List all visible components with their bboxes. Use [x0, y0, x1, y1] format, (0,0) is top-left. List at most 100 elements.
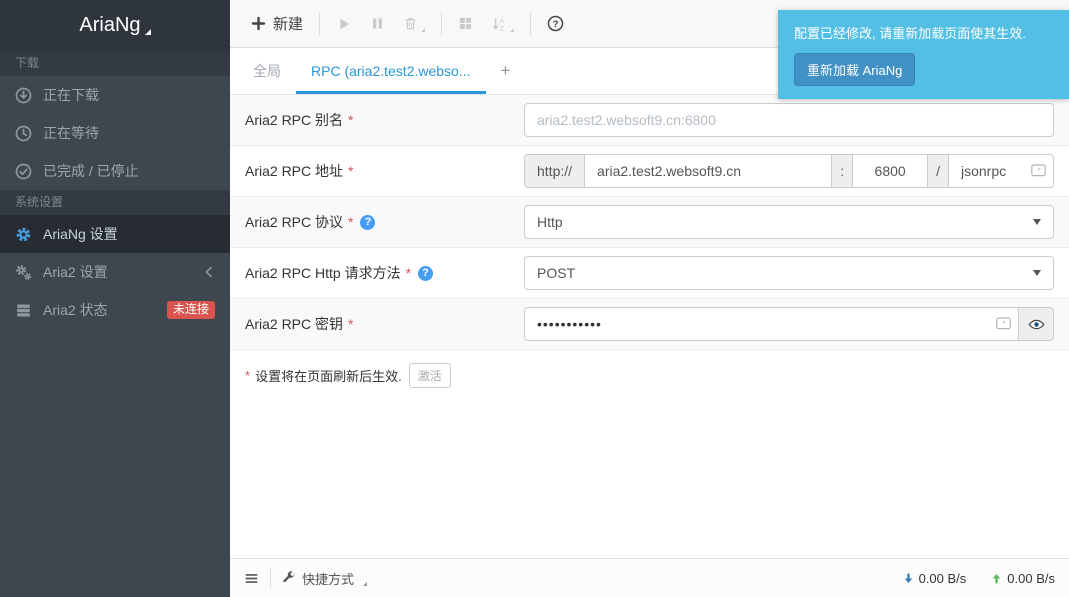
sidebar-item-finished[interactable]: 已完成 / 已停止: [0, 152, 230, 190]
caret-down-icon: [510, 28, 514, 32]
gear-icon: [15, 226, 32, 243]
method-label-text: Aria2 RPC Http 请求方法: [245, 263, 401, 283]
grid-icon: [458, 16, 473, 31]
note-text: 设置将在页面刷新后生效.: [255, 366, 402, 385]
caret-down-icon: [145, 29, 151, 35]
secret-label-text: Aria2 RPC 密钥: [245, 314, 343, 334]
toolbar-divider: [530, 12, 531, 36]
form-row-protocol: Aria2 RPC 协议 * ? Http: [230, 197, 1069, 248]
status-badge: 未连接: [167, 301, 215, 319]
form-row-address: Aria2 RPC 地址 * http:// : / *: [230, 146, 1069, 197]
chevron-left-icon: [203, 266, 215, 278]
toolbar-divider: [319, 12, 320, 36]
reload-notification-toast: 配置已经修改, 请重新加载页面使其生效. 重新加载 AriaNg: [778, 10, 1069, 99]
required-mark: *: [348, 316, 353, 332]
play-icon: [336, 16, 352, 32]
form-row-secret: Aria2 RPC 密钥 * *: [230, 299, 1069, 350]
add-tab-label: +: [501, 61, 511, 81]
address-label: Aria2 RPC 地址 *: [245, 161, 353, 181]
show-secret-button[interactable]: [1018, 307, 1054, 341]
tab-rpc[interactable]: RPC (aria2.test2.webso...: [296, 48, 486, 94]
upload-arrow-icon: [990, 572, 1003, 585]
download-speed: 0.00 B/s: [902, 571, 967, 586]
activate-button[interactable]: 激活: [409, 363, 451, 388]
wrench-icon: [282, 571, 296, 585]
download-arrow-icon: [902, 572, 915, 585]
help-icon[interactable]: ?: [418, 266, 433, 281]
address-label-text: Aria2 RPC 地址: [245, 161, 343, 181]
tab-global-label: 全局: [253, 61, 281, 81]
reload-ariang-button[interactable]: 重新加载 AriaNg: [794, 53, 915, 86]
plus-icon: [251, 16, 266, 31]
secret-control: *: [524, 307, 1054, 341]
shortcuts-button[interactable]: 快捷方式: [282, 569, 367, 588]
start-task-button[interactable]: [327, 16, 361, 32]
gears-icon: [15, 264, 32, 281]
pause-task-button[interactable]: [361, 16, 394, 31]
method-control: POST: [524, 256, 1054, 290]
trash-icon: [403, 16, 418, 31]
delete-task-button[interactable]: [394, 16, 434, 32]
alias-input[interactable]: [524, 103, 1054, 137]
rpc-port-input[interactable]: [852, 154, 928, 188]
sidebar-item-ariang-settings[interactable]: AriaNg 设置: [0, 215, 230, 253]
address-control: http:// : / *: [524, 154, 1054, 188]
alias-control: [524, 103, 1054, 137]
required-mark: *: [245, 368, 250, 383]
sidebar-item-downloading[interactable]: 正在下载: [0, 76, 230, 114]
new-task-button[interactable]: 新建: [242, 13, 312, 34]
rpc-secret-input[interactable]: [524, 307, 1019, 341]
sidebar-item-label: Aria2 设置: [43, 262, 108, 282]
sidebar-item-label: 正在等待: [43, 123, 99, 143]
required-mark: *: [348, 214, 353, 230]
sidebar-item-label: AriaNg 设置: [43, 224, 118, 244]
secret-input-wrapper: *: [524, 307, 1019, 341]
sort-alpha-icon: AZ: [491, 16, 507, 32]
view-mode-button[interactable]: [449, 16, 482, 31]
protocol-label-text: Aria2 RPC 协议: [245, 212, 343, 232]
sidebar-item-aria2-status[interactable]: Aria2 状态 未连接: [0, 291, 230, 329]
sidebar-section-download: 下载: [0, 51, 230, 76]
shortcuts-label: 快捷方式: [302, 569, 354, 588]
speed-indicators: 0.00 B/s 0.00 B/s: [902, 571, 1055, 586]
sidebar-item-label: Aria2 状态: [43, 300, 108, 320]
sidebar-item-waiting[interactable]: 正在等待: [0, 114, 230, 152]
rpc-host-input[interactable]: [584, 154, 832, 188]
menu-icon: [244, 571, 259, 586]
rpc-path-input[interactable]: [948, 154, 1054, 188]
arrow-circle-down-icon: [15, 87, 32, 104]
ariang-app: AriaNg 下载 正在下载 正在等待 已完成 / 已停止 系统设置 AriaN…: [0, 0, 1069, 597]
method-select[interactable]: POST: [524, 256, 1054, 290]
check-circle-icon: [15, 163, 32, 180]
sort-button[interactable]: AZ: [482, 16, 523, 32]
caret-down-icon: [1033, 270, 1041, 276]
help-icon[interactable]: ?: [360, 215, 375, 230]
sidebar: AriaNg 下载 正在下载 正在等待 已完成 / 已停止 系统设置 AriaN…: [0, 0, 230, 597]
collapse-sidebar-button[interactable]: [244, 571, 259, 586]
sidebar-item-label: 正在下载: [43, 85, 99, 105]
caret-down-icon: [1033, 219, 1041, 225]
eye-icon: [1028, 317, 1045, 332]
server-icon: [15, 302, 32, 319]
new-task-label: 新建: [273, 13, 303, 34]
svg-text:?: ?: [553, 19, 559, 30]
svg-text:Z: Z: [500, 25, 504, 32]
sidebar-item-label: 已完成 / 已停止: [43, 161, 139, 181]
caret-down-icon: [421, 28, 425, 32]
required-mark: *: [348, 112, 353, 128]
rpc-settings-form: Aria2 RPC 别名 * Aria2 RPC 地址 * http:// :: [230, 95, 1069, 401]
sidebar-item-aria2-settings[interactable]: Aria2 设置: [0, 253, 230, 291]
form-row-alias: Aria2 RPC 别名 *: [230, 95, 1069, 146]
slash-addon: /: [927, 154, 949, 188]
app-title: AriaNg: [79, 14, 140, 37]
add-rpc-tab-button[interactable]: +: [486, 48, 526, 94]
alias-label-text: Aria2 RPC 别名: [245, 110, 343, 130]
protocol-select[interactable]: Http: [524, 205, 1054, 239]
form-row-method: Aria2 RPC Http 请求方法 * ? POST: [230, 248, 1069, 299]
help-button[interactable]: ?: [538, 15, 573, 32]
secret-label: Aria2 RPC 密钥 *: [245, 314, 353, 334]
protocol-selected-value: Http: [537, 214, 563, 230]
tab-global[interactable]: 全局: [238, 48, 296, 94]
download-speed-value: 0.00 B/s: [919, 571, 967, 586]
app-title-bar[interactable]: AriaNg: [0, 0, 230, 51]
